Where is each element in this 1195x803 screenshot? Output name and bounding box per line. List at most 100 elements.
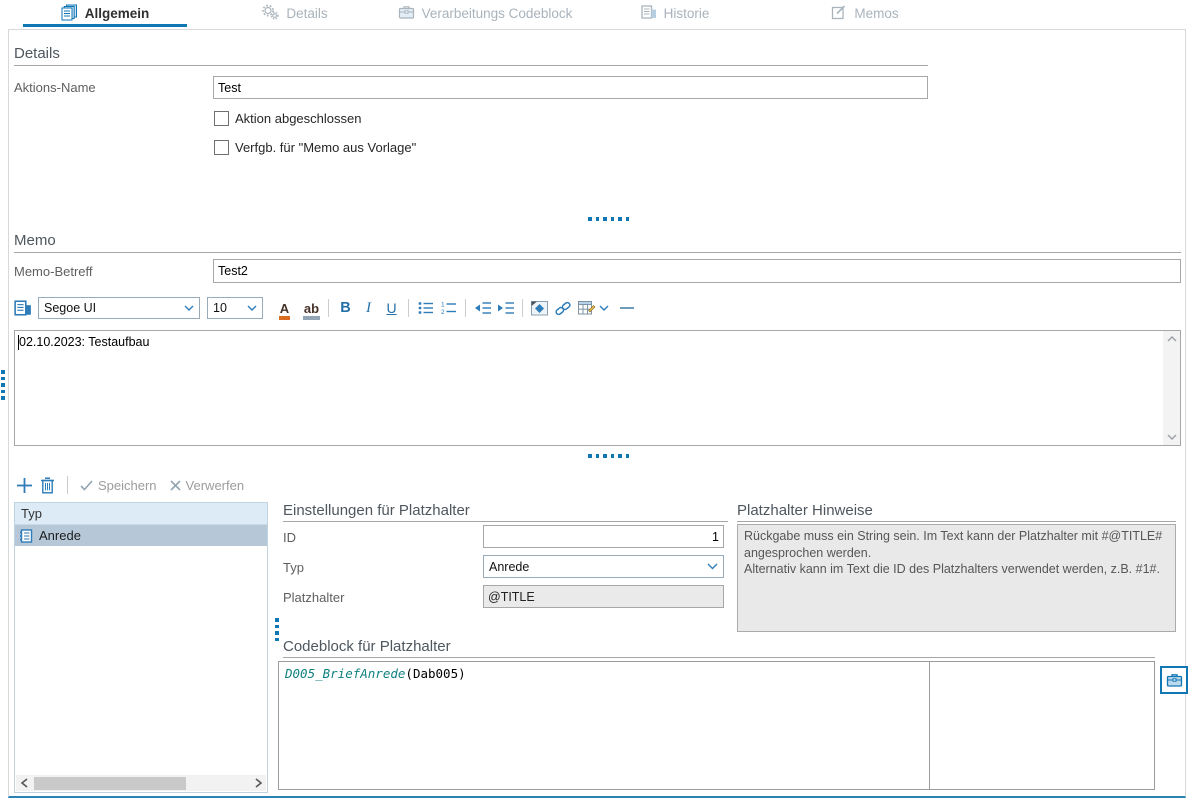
aktions-name-input[interactable] [213,76,928,99]
highlight-color-bar [303,316,320,320]
hints-section-title: Platzhalter Hinweise [737,502,873,519]
scroll-down-arrow[interactable] [1163,429,1180,445]
open-codeblock-button[interactable] [1160,666,1188,694]
codeblock-section-title: Codeblock für Platzhalter [283,638,451,655]
toolbar-separator [522,299,523,317]
font-color-glyph: A [280,301,289,316]
typ-select[interactable]: Anrede [483,555,724,578]
font-family-select[interactable]: Segoe UI [38,297,200,319]
record-toolbar: Speichern Verwerfen [16,474,244,496]
increase-indent-button[interactable] [494,296,517,320]
toolbar-separator [465,299,466,317]
memo-section-title: Memo [14,232,56,249]
tab-label: Details [286,6,327,21]
list-column-header-typ[interactable]: Typ [15,503,267,525]
tab-verarbeitungs-codeblock[interactable]: Verarbeitungs Codeblock [390,0,580,27]
plus-icon [16,477,33,494]
font-size-select[interactable]: 10 [207,297,263,319]
editor-vertical-scrollbar[interactable] [1163,331,1180,445]
code-arguments: (Dab005) [405,666,465,681]
settings-section-line [283,521,728,522]
horizontal-rule-icon [620,307,634,309]
left-splitter-handle[interactable] [1,370,5,400]
numbered-list-button[interactable]: 12 [437,296,460,320]
id-input[interactable] [483,525,724,548]
horizontal-splitter-handle-bottom[interactable] [588,454,629,458]
toolbar-separator [67,476,68,494]
scroll-left-arrow[interactable] [16,775,32,791]
check-icon [80,480,93,491]
font-size-value: 10 [213,301,227,315]
image-icon [531,301,548,316]
platzhalter-input [483,585,724,608]
code-pane-divider[interactable] [929,662,930,789]
decrease-indent-button[interactable] [471,296,494,320]
discard-label: Verwerfen [186,478,245,493]
code-editor[interactable]: D005_BriefAnrede(Dab005) [278,661,1155,790]
tab-details[interactable]: Details [200,0,390,27]
chevron-down-icon [599,305,609,311]
tab-label: Allgemein [85,6,150,21]
tab-label: Verarbeitungs Codeblock [422,6,573,21]
checkbox-aktion-abgeschlossen[interactable]: Aktion abgeschlossen [214,111,361,126]
x-icon [170,480,181,491]
horizontal-rule-button[interactable] [615,296,638,320]
bullet-list-icon [418,301,434,315]
bullet-list-button[interactable] [414,296,437,320]
insert-link-button[interactable] [551,296,574,320]
checkbox-box[interactable] [214,111,229,126]
active-tab-underline [23,24,187,27]
discard-button[interactable]: Verwerfen [170,478,245,493]
list-row-anrede[interactable]: Anrede [15,525,267,546]
memo-editor[interactable]: 02.10.2023: Testaufbau [14,330,1181,446]
insert-table-button[interactable] [574,296,597,320]
tab-historie[interactable]: Historie [580,0,770,27]
list-horizontal-scrollbar[interactable] [16,775,266,791]
italic-button[interactable]: I [357,296,380,320]
briefcase-icon [1166,672,1183,688]
insert-image-button[interactable] [528,296,551,320]
chevron-down-icon [707,563,718,570]
briefcase-icon [398,4,415,23]
edit-square-icon [831,4,847,23]
checkbox-box[interactable] [214,140,229,155]
memo-section-line [14,252,1181,253]
horizontal-splitter-handle-top[interactable] [588,217,629,221]
scroll-up-arrow[interactable] [1163,331,1180,347]
chevron-down-icon [184,305,194,311]
typ-select-value: Anrede [489,560,529,574]
gears-icon [262,4,279,23]
memo-content: 02.10.2023: Testaufbau [19,335,149,349]
save-label: Speichern [98,478,157,493]
underline-button[interactable]: U [380,296,403,320]
placeholder-list: Typ Anrede [14,502,268,793]
delete-button[interactable] [40,477,55,494]
stacked-pages-icon [61,4,78,24]
memo-betreff-input[interactable] [213,259,1181,283]
decrease-indent-icon [474,301,492,315]
scroll-right-arrow[interactable] [250,775,266,791]
memo-betreff-label: Memo-Betreff [14,264,93,279]
scrollbar-thumb[interactable] [34,777,186,790]
add-button[interactable] [16,477,33,494]
save-button[interactable]: Speichern [80,478,157,493]
vertical-splitter-handle[interactable] [275,618,279,641]
highlight-color-button[interactable]: ab [300,296,323,320]
font-color-button[interactable]: A [273,296,296,320]
tab-memos[interactable]: Memos [770,0,960,27]
table-menu-chevron[interactable] [597,296,611,320]
svg-text:2: 2 [441,309,445,315]
settings-section-title: Einstellungen für Platzhalter [283,502,470,519]
table-edit-icon [578,301,596,316]
numbered-list-icon: 12 [441,301,457,315]
tab-allgemein[interactable]: Allgemein [10,0,200,27]
action-editor-window: Allgemein Details Verarbeitungs Codebloc… [0,0,1195,803]
platzhalter-label: Platzhalter [283,590,344,605]
aktions-name-label: Aktions-Name [14,80,96,95]
book-icon [641,4,657,23]
tab-label: Memos [854,6,898,21]
code-function-name: D005_BriefAnrede [285,666,405,681]
bold-button[interactable]: B [334,296,357,320]
checkbox-verfgb-memo-vorlage[interactable]: Verfgb. für "Memo aus Vorlage" [214,140,416,155]
details-section-line [14,65,928,66]
